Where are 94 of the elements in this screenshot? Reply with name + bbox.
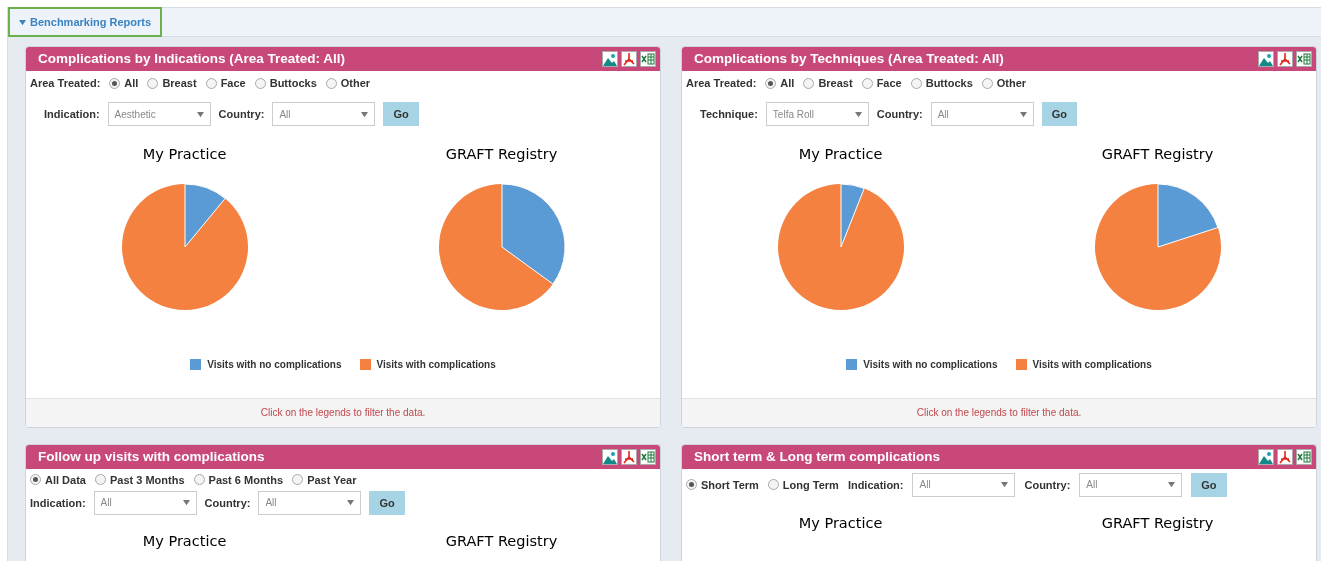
dropdown[interactable]: All <box>930 102 1034 126</box>
radio-button[interactable] <box>861 78 873 89</box>
radio-button[interactable] <box>686 479 697 491</box>
dropdown[interactable]: All <box>258 490 362 515</box>
caret-icon <box>361 110 369 118</box>
section-toggle[interactable]: Benchmarking Reports <box>8 7 163 37</box>
radio-button[interactable] <box>193 474 205 486</box>
radio-button[interactable] <box>30 474 41 486</box>
filter-label: Indication: <box>847 477 904 493</box>
footer-hint: Click on the legends to filter the data. <box>916 406 1082 421</box>
radio-option[interactable]: Breast <box>147 75 197 92</box>
chart-title: GRAFT Registry <box>445 145 558 164</box>
radio-button[interactable] <box>94 474 106 486</box>
caret-icon <box>1019 110 1027 118</box>
chart-title: My Practice <box>798 145 883 164</box>
card-title: Complications by Indications (Area Treated: All) <box>38 49 346 68</box>
caret-icon <box>854 110 862 118</box>
go-button[interactable]: Go <box>369 490 405 515</box>
radio-button[interactable] <box>765 78 777 89</box>
radio-option[interactable]: Past 6 Months <box>193 471 284 488</box>
radio-button[interactable] <box>109 78 121 89</box>
filter-label: Area Treated: <box>30 76 101 92</box>
radio-button[interactable] <box>205 78 217 89</box>
radio-option[interactable]: Buttocks <box>254 75 317 92</box>
card-title: Complications by Techniques (Area Treated: All) <box>694 49 1004 68</box>
chart-title: My Practice <box>142 145 227 164</box>
pdf-icon[interactable] <box>1277 448 1293 465</box>
image-icon[interactable] <box>602 448 618 465</box>
filter-label: Area Treated: <box>686 76 757 92</box>
caret-icon <box>19 18 26 26</box>
filter-label: Country: <box>204 495 251 511</box>
legend-item[interactable]: Visits with complications <box>1015 356 1152 372</box>
filter-label: Country: <box>218 106 265 122</box>
radio-button[interactable] <box>254 78 266 89</box>
chart-title: GRAFT Registry <box>1101 145 1214 164</box>
radio-button[interactable] <box>910 78 922 89</box>
radio-button[interactable] <box>981 78 993 89</box>
image-icon[interactable] <box>1258 51 1274 67</box>
radio-option[interactable]: Other <box>325 75 371 92</box>
caret-icon <box>1168 481 1176 489</box>
legend-item[interactable]: Visits with no complications <box>190 356 342 372</box>
radio-option[interactable]: Long Term <box>767 476 839 493</box>
go-button[interactable]: Go <box>383 102 419 126</box>
radio-button[interactable] <box>292 474 304 486</box>
go-button[interactable]: Go <box>1041 102 1077 126</box>
radio-button[interactable] <box>325 78 337 89</box>
image-icon[interactable] <box>1258 448 1274 465</box>
radio-option[interactable]: Breast <box>803 75 853 92</box>
filter-label: Indication: <box>30 495 86 511</box>
pdf-icon[interactable] <box>1277 51 1293 67</box>
excel-icon[interactable] <box>640 51 656 67</box>
card-title: Follow up visits with complications <box>38 447 265 466</box>
excel-icon[interactable] <box>640 448 656 465</box>
pdf-icon[interactable] <box>621 51 637 67</box>
chart-title: My Practice <box>798 513 883 533</box>
dropdown[interactable]: All <box>912 472 1016 497</box>
radio-option[interactable]: Face <box>861 75 902 92</box>
filter-label: Technique: <box>700 106 758 122</box>
go-button[interactable]: Go <box>1191 472 1227 497</box>
radio-option[interactable]: Past Year <box>292 471 357 488</box>
filter-label: Country: <box>876 106 923 122</box>
radio-button[interactable] <box>767 479 779 491</box>
dropdown[interactable]: All <box>1079 472 1183 497</box>
excel-icon[interactable] <box>1296 51 1312 67</box>
legend-item[interactable]: Visits with complications <box>359 356 496 372</box>
filter-label: Country: <box>1024 477 1071 493</box>
filter-label: Indication: <box>44 106 100 122</box>
caret-icon <box>1001 481 1009 489</box>
chart-title: My Practice <box>142 531 227 551</box>
footer-hint: Click on the legends to filter the data. <box>260 406 426 421</box>
card-title: Short term & Long term complications <box>694 447 941 466</box>
radio-button[interactable] <box>803 78 815 89</box>
dropdown[interactable]: All <box>93 490 197 515</box>
image-icon[interactable] <box>602 51 618 67</box>
radio-option[interactable]: Short Term <box>686 476 759 493</box>
chart-title: GRAFT Registry <box>445 531 558 551</box>
dropdown[interactable]: All <box>272 102 376 126</box>
radio-option[interactable]: All Data <box>30 471 86 488</box>
caret-icon <box>347 499 355 507</box>
legend-item[interactable]: Visits with no complications <box>846 356 998 372</box>
dropdown[interactable]: Aesthetic <box>107 102 211 126</box>
radio-option[interactable]: Buttocks <box>910 75 973 92</box>
pdf-icon[interactable] <box>621 448 637 465</box>
radio-option[interactable]: Past 3 Months <box>94 471 185 488</box>
caret-icon <box>196 110 204 118</box>
radio-option[interactable]: Other <box>981 75 1027 92</box>
excel-icon[interactable] <box>1296 448 1312 465</box>
radio-option[interactable]: All <box>109 75 139 92</box>
chart-title: GRAFT Registry <box>1101 513 1214 533</box>
dropdown[interactable]: Telfa Roll <box>765 102 869 126</box>
radio-button[interactable] <box>147 78 159 89</box>
radio-option[interactable]: All <box>765 75 795 92</box>
caret-icon <box>182 499 190 507</box>
radio-option[interactable]: Face <box>205 75 246 92</box>
